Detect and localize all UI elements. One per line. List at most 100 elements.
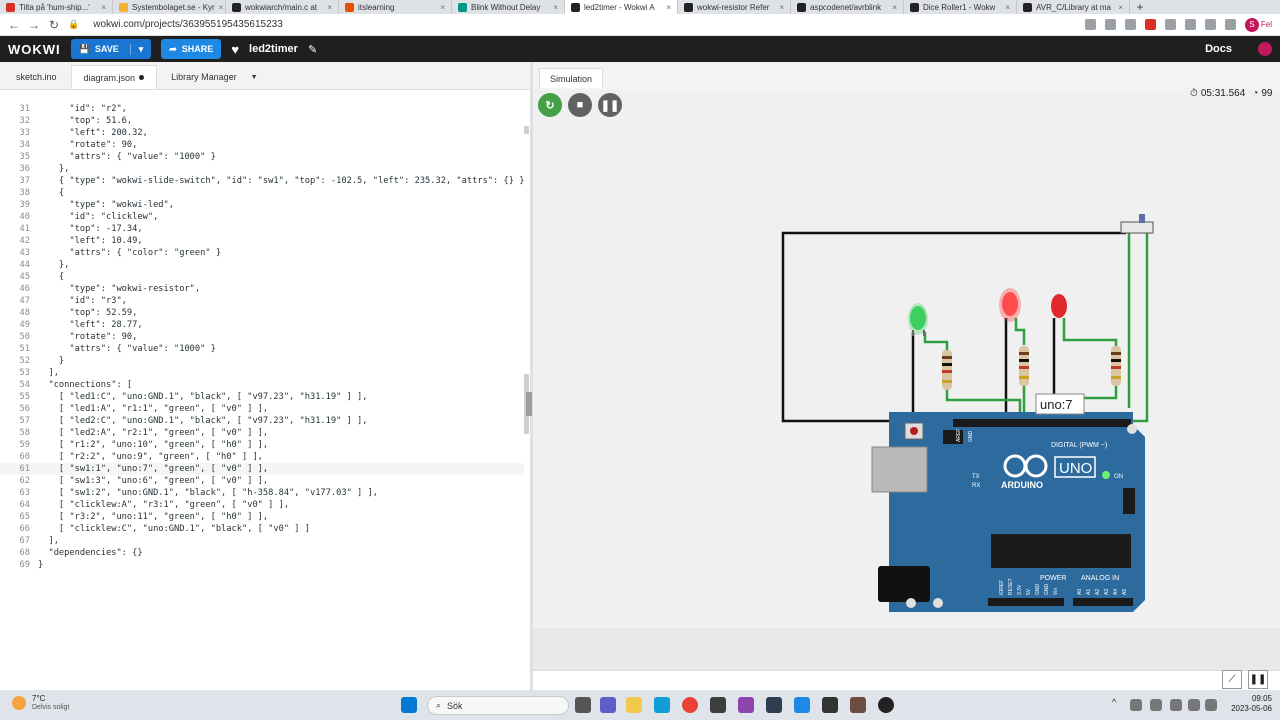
chevron-up-icon[interactable]: ^ xyxy=(1112,697,1116,707)
code-line[interactable]: 38 { xyxy=(0,187,524,199)
share-button[interactable]: ➦ SHARE xyxy=(161,39,222,59)
chart-button[interactable]: ⟋ xyxy=(1222,670,1242,689)
app-icon[interactable] xyxy=(822,697,838,713)
code-line[interactable]: 61 [ "sw1:1", "uno:7", "green", [ "v0" ]… xyxy=(0,463,524,475)
browser-tab[interactable]: Dice Roller1 - Wokw × xyxy=(904,0,1017,14)
app-icon-2[interactable] xyxy=(850,697,866,713)
chevron-down-icon[interactable]: ▾ xyxy=(129,43,143,55)
pause-serial-button[interactable]: ❚❚ xyxy=(1248,670,1268,689)
google-icon[interactable] xyxy=(1084,19,1096,30)
close-icon[interactable]: × xyxy=(892,3,897,12)
led-led2[interactable] xyxy=(1051,294,1067,318)
code-line[interactable]: 47 "id": "r3", xyxy=(0,295,524,307)
code-line[interactable]: 43 "attrs": { "color": "green" } xyxy=(0,247,524,259)
windows-start-icon[interactable] xyxy=(401,697,417,713)
code-line[interactable]: 49 "left": 28.77, xyxy=(0,319,524,331)
code-line[interactable]: 44 }, xyxy=(0,259,524,271)
forward-icon[interactable]: → xyxy=(28,18,40,32)
share-page-icon[interactable] xyxy=(1104,19,1116,30)
close-icon[interactable]: × xyxy=(440,3,445,12)
code-line[interactable]: 33 "left": 200.32, xyxy=(0,127,524,139)
url-field[interactable]: wokwi.com/projects/363955195435615233 xyxy=(93,19,283,30)
edge-icon[interactable] xyxy=(654,697,670,713)
taskbar-clock[interactable]: 09:05 2023-05-06 xyxy=(1222,694,1272,714)
browser-tab[interactable]: aspcodenet/avrblink × xyxy=(791,0,904,14)
extension-icon[interactable] xyxy=(1144,19,1156,30)
vscode-icon[interactable] xyxy=(794,697,810,713)
code-line[interactable]: 45 { xyxy=(0,271,524,283)
extension-icon-2[interactable] xyxy=(1164,19,1176,30)
resistor-r3[interactable] xyxy=(1111,346,1121,386)
save-button[interactable]: 💾 SAVE ▾ xyxy=(70,39,152,59)
code-line[interactable]: 62 [ "sw1:3", "uno:6", "green", [ "v0" ]… xyxy=(0,475,524,487)
code-line[interactable]: 57 [ "led2:C", "uno:GND.1", "black", [ "… xyxy=(0,415,524,427)
browser-tab[interactable]: wokwiarch/main.c at × xyxy=(226,0,339,14)
chrome-icon[interactable] xyxy=(682,697,698,713)
code-editor[interactable]: 31 "id": "r2", 32 "top": 51.6, 33 "left": … xyxy=(0,103,524,573)
visual-studio-icon[interactable] xyxy=(738,697,754,713)
pencil-icon[interactable]: ✎ xyxy=(308,43,317,56)
code-line[interactable]: 54 "connections": [ xyxy=(0,379,524,391)
tab-sketch-ino[interactable]: sketch.ino xyxy=(4,65,69,89)
weather-widget[interactable]: 7°C Delvis soligt xyxy=(12,694,69,712)
wifi-icon[interactable] xyxy=(1188,699,1200,711)
obs-icon[interactable] xyxy=(878,697,894,713)
caret-down-icon[interactable]: ▼ xyxy=(251,74,258,81)
slide-switch[interactable] xyxy=(1120,214,1154,234)
code-line[interactable]: 37 { "type": "wokwi-slide-switch", "id":… xyxy=(0,175,524,187)
code-line[interactable]: 67 ], xyxy=(0,535,524,547)
close-icon[interactable]: × xyxy=(327,3,332,12)
pane-resize-handle[interactable] xyxy=(526,392,532,416)
code-line[interactable]: 39 "type": "wokwi-led", xyxy=(0,199,524,211)
code-line[interactable]: 53 ], xyxy=(0,367,524,379)
code-line[interactable]: 60 [ "r2:2", "uno:9", "green", [ "h0" ] … xyxy=(0,451,524,463)
puzzle-icon[interactable] xyxy=(1184,19,1196,30)
teams-icon[interactable] xyxy=(600,697,616,713)
code-line[interactable]: 42 "left": 10.49, xyxy=(0,235,524,247)
close-icon[interactable]: × xyxy=(101,3,106,12)
close-icon[interactable]: × xyxy=(666,3,671,12)
code-line[interactable]: 35 "attrs": { "value": "1000" } xyxy=(0,151,524,163)
code-line[interactable]: 34 "rotate": 90, xyxy=(0,139,524,151)
close-icon[interactable]: × xyxy=(553,3,558,12)
code-line[interactable]: 48 "top": 52.59, xyxy=(0,307,524,319)
heart-icon[interactable]: ♥ xyxy=(231,42,239,57)
code-line[interactable]: 52 } xyxy=(0,355,524,367)
browser-tab[interactable]: wokwi-resistor Refer × xyxy=(678,0,791,14)
reload-icon[interactable]: ↻ xyxy=(48,18,60,32)
code-line[interactable]: 36 }, xyxy=(0,163,524,175)
taskbar-search[interactable]: ⌕ Sök xyxy=(427,696,569,715)
reading-list-icon[interactable] xyxy=(1204,19,1216,30)
display-icon[interactable] xyxy=(1170,699,1182,711)
lock-icon[interactable]: 🔒 xyxy=(68,19,79,30)
close-icon[interactable]: × xyxy=(1005,3,1010,12)
file-explorer-icon[interactable] xyxy=(626,697,642,713)
tray-icon-1[interactable] xyxy=(1130,699,1142,711)
wokwi-logo[interactable]: WOKWI xyxy=(8,42,61,57)
code-line[interactable]: 59 [ "r1:2", "uno:10", "green", [ "h0" ]… xyxy=(0,439,524,451)
browser-tab[interactable]: led2timer - Wokwi A × xyxy=(565,0,678,14)
docs-link[interactable]: Docs xyxy=(1205,43,1232,55)
code-line[interactable]: 65 [ "r3:2", "uno:11", "green", [ "h0" ]… xyxy=(0,511,524,523)
code-line[interactable]: 41 "top": -17.34, xyxy=(0,223,524,235)
project-name[interactable]: led2timer xyxy=(249,43,298,55)
cloud-icon[interactable] xyxy=(1150,699,1162,711)
code-line[interactable]: 51 "attrs": { "value": "1000" } xyxy=(0,343,524,355)
led-clicklew[interactable] xyxy=(908,303,928,336)
star-icon[interactable] xyxy=(1124,19,1136,30)
code-line[interactable]: 63 [ "sw1:2", "uno:GND.1", "black", [ "h… xyxy=(0,487,524,499)
code-line[interactable]: 32 "top": 51.6, xyxy=(0,115,524,127)
tab-diagram-json[interactable]: diagram.json xyxy=(70,65,158,89)
close-icon[interactable]: × xyxy=(219,3,224,12)
code-line[interactable]: 58 [ "led2:A", "r2:1", "green", [ "v0" ]… xyxy=(0,427,524,439)
close-icon[interactable]: × xyxy=(779,3,784,12)
browser-tab[interactable]: itslearning × xyxy=(339,0,452,14)
code-line[interactable]: 31 "id": "r2", xyxy=(0,103,524,115)
code-line[interactable]: 50 "rotate": 90, xyxy=(0,331,524,343)
code-line[interactable]: 66 [ "clicklew:C", "uno:GND.1", "black",… xyxy=(0,523,524,535)
code-line[interactable]: 68 "dependencies": {} xyxy=(0,547,524,559)
arduino-uno-board[interactable]: UNO ARDUINO DIGITAL (PWM ~) ON TX RX ARE… xyxy=(871,412,1145,612)
resistor-r2[interactable] xyxy=(1019,346,1029,386)
browser-tab[interactable]: Tilta på 'hum-ship...' × xyxy=(0,0,113,14)
volume-icon[interactable] xyxy=(1205,699,1217,711)
